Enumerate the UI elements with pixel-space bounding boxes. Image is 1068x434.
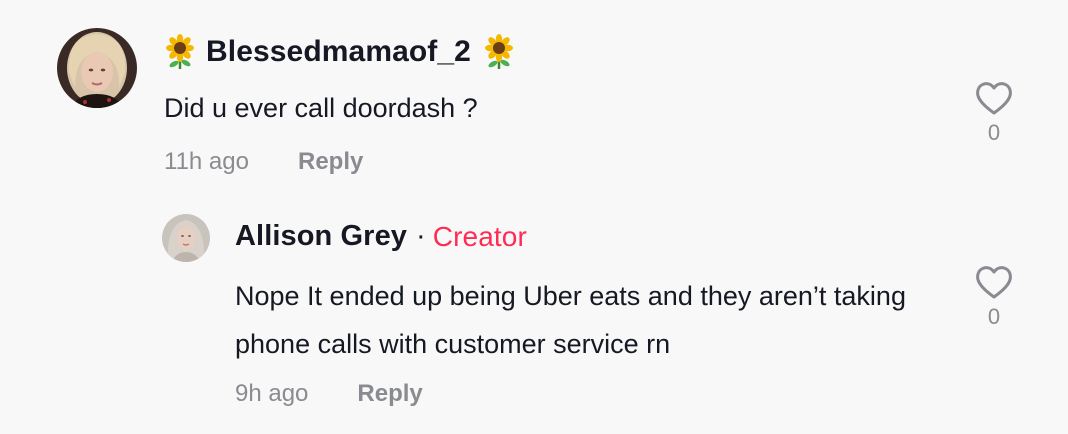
sunflower-icon [483, 34, 515, 70]
like-button[interactable]: 0 [974, 80, 1014, 146]
avatar[interactable] [57, 28, 137, 108]
comment-text: Nope It ended up being Uber eats and the… [235, 281, 906, 359]
like-button[interactable]: 0 [974, 264, 1014, 330]
separator-dot: · [416, 220, 426, 252]
reply-button[interactable]: Reply [298, 148, 363, 176]
comment-username[interactable]: Allison Grey · Creator [235, 220, 527, 253]
comment-meta: 11h ago Reply [164, 148, 363, 176]
heart-icon [976, 82, 1012, 115]
comment-username[interactable]: Blessedmamaof_2 [164, 34, 515, 70]
comment-meta: 9h ago Reply [235, 380, 423, 408]
reply-button[interactable]: Reply [357, 380, 422, 408]
comment-timestamp: 11h ago [164, 148, 249, 175]
comment-text: Did u ever call doordash ? [164, 93, 478, 123]
comment-timestamp: 9h ago [235, 380, 309, 407]
username-text: Allison Grey [235, 220, 408, 252]
like-count: 0 [987, 120, 1001, 145]
like-count: 0 [987, 304, 1001, 329]
creator-badge: Creator [432, 220, 527, 252]
avatar[interactable] [162, 214, 210, 262]
heart-icon [976, 266, 1012, 299]
sunflower-icon [164, 34, 196, 70]
username-text: Blessedmamaof_2 [206, 35, 471, 68]
